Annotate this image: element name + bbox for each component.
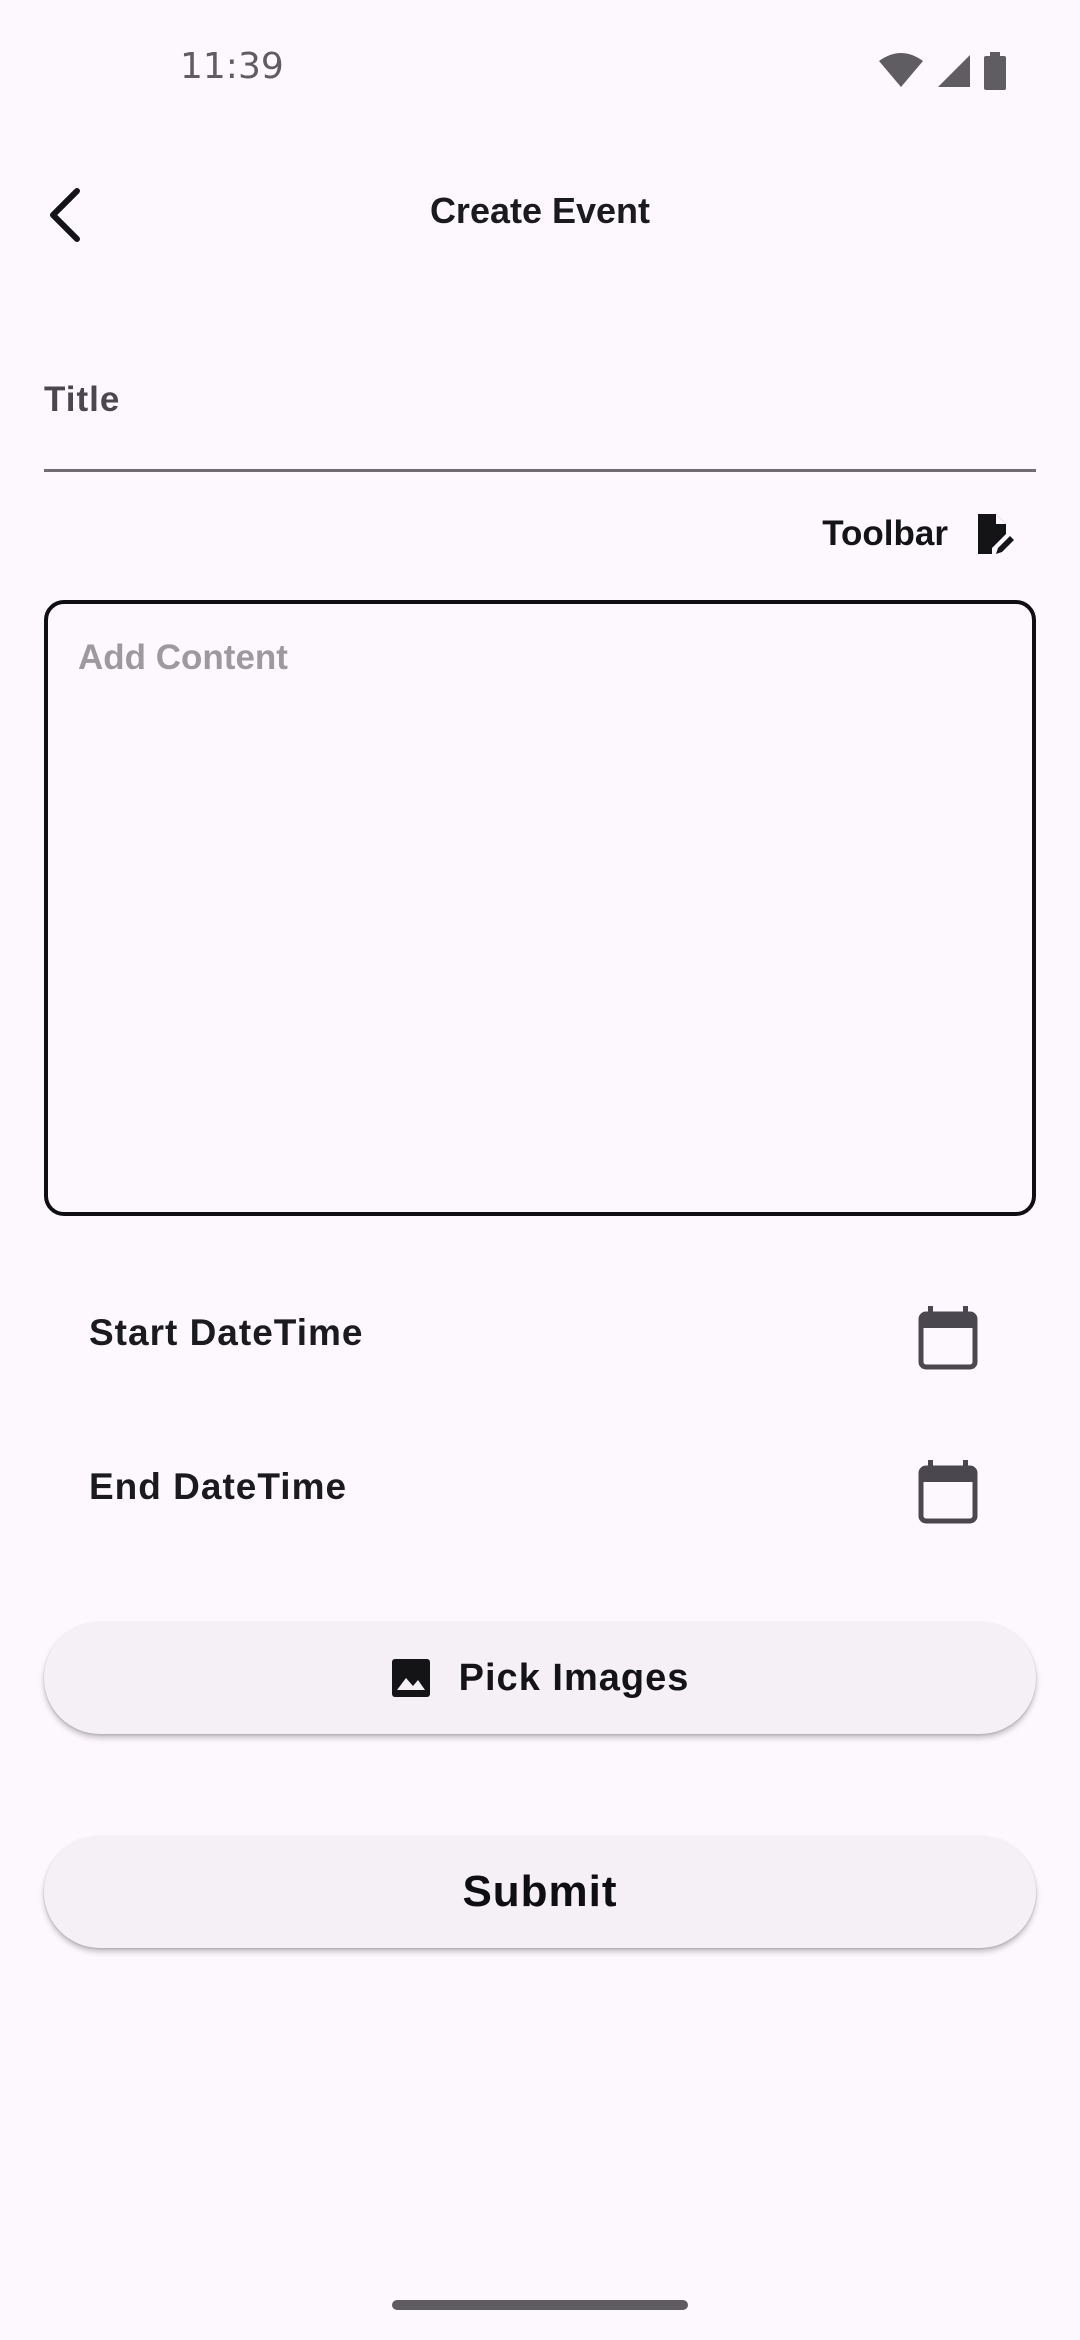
create-event-screen: 11:39 Create Event Title Toolbar Add Con…: [0, 0, 1080, 2340]
submit-label: Submit: [462, 1867, 618, 1916]
edit-document-icon: [978, 514, 1014, 554]
content-placeholder: Add Content: [78, 638, 288, 677]
content-editor[interactable]: Add Content: [44, 600, 1036, 1216]
app-bar: Create Event: [0, 160, 1080, 270]
toolbar-toggle-button[interactable]: Toolbar: [822, 506, 1014, 562]
pick-images-button[interactable]: Pick Images: [44, 1622, 1036, 1734]
status-icons: [878, 52, 1006, 90]
start-datetime-label: Start DateTime: [89, 1312, 364, 1353]
end-datetime-row[interactable]: End DateTime: [44, 1436, 1036, 1546]
signal-icon: [938, 55, 970, 87]
image-icon: [391, 1659, 430, 1697]
submit-button[interactable]: Submit: [44, 1836, 1036, 1948]
battery-icon: [984, 52, 1006, 90]
home-indicator[interactable]: [392, 2300, 688, 2310]
wifi-icon: [879, 53, 923, 87]
end-datetime-label: End DateTime: [89, 1466, 348, 1507]
start-datetime-row[interactable]: Start DateTime: [44, 1282, 1036, 1392]
pick-images-label: Pick Images: [458, 1656, 690, 1699]
calendar-icon[interactable]: [918, 1306, 978, 1370]
status-time: 11:39: [180, 46, 284, 87]
status-bar: 11:39: [0, 0, 1080, 140]
page-title: Create Event: [429, 190, 651, 231]
title-input[interactable]: Title: [44, 360, 1036, 472]
title-placeholder: Title: [44, 380, 121, 419]
calendar-icon[interactable]: [918, 1460, 978, 1524]
toolbar-label: Toolbar: [822, 514, 948, 553]
